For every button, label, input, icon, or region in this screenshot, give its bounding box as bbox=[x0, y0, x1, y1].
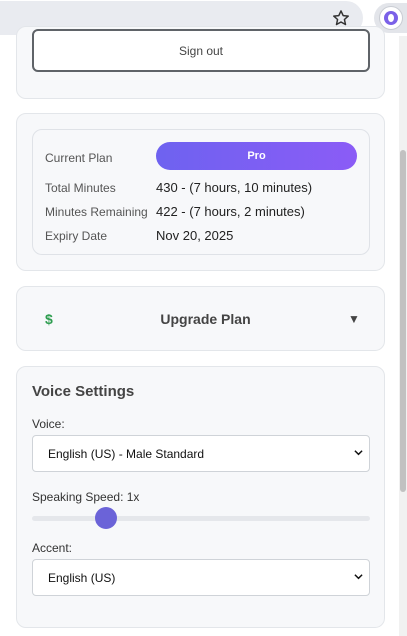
expand-toggle-icon[interactable]: ▼ bbox=[348, 312, 360, 326]
total-minutes-label: Total Minutes bbox=[45, 181, 116, 195]
voice-select-value: English (US) - Male Standard bbox=[48, 447, 205, 461]
accent-select-value: English (US) bbox=[48, 571, 116, 585]
accent-select[interactable]: English (US) bbox=[32, 559, 370, 596]
sign-out-button[interactable]: Sign out bbox=[32, 29, 370, 72]
voice-label: Voice: bbox=[32, 417, 65, 431]
plan-badge-text: Pro bbox=[247, 150, 266, 162]
voice-select[interactable]: English (US) - Male Standard bbox=[32, 435, 370, 472]
speed-slider-thumb[interactable] bbox=[95, 507, 117, 529]
accent-label: Accent: bbox=[32, 541, 73, 555]
chevron-down-icon bbox=[354, 574, 363, 580]
speed-slider-track[interactable] bbox=[32, 516, 370, 521]
chevron-down-icon bbox=[354, 450, 363, 456]
minutes-remaining-value: 422 - (7 hours, 2 minutes) bbox=[156, 204, 305, 219]
plan-badge: Pro bbox=[156, 142, 357, 170]
sign-out-label: Sign out bbox=[178, 43, 224, 58]
voice-settings-title: Voice Settings bbox=[32, 383, 135, 400]
minutes-remaining-label: Minutes Remaining bbox=[45, 205, 148, 219]
upgrade-plan-title[interactable]: Upgrade Plan bbox=[0, 311, 407, 327]
expiry-date-label: Expiry Date bbox=[45, 229, 108, 243]
speaking-speed-label: Speaking Speed: 1x bbox=[32, 490, 140, 504]
extension-icon[interactable] bbox=[384, 11, 398, 25]
current-plan-label: Current Plan bbox=[45, 151, 113, 165]
star-icon[interactable] bbox=[331, 8, 351, 28]
total-minutes-value: 430 - (7 hours, 10 minutes) bbox=[156, 180, 313, 195]
expiry-date-value: Nov 20, 2025 bbox=[156, 228, 234, 243]
